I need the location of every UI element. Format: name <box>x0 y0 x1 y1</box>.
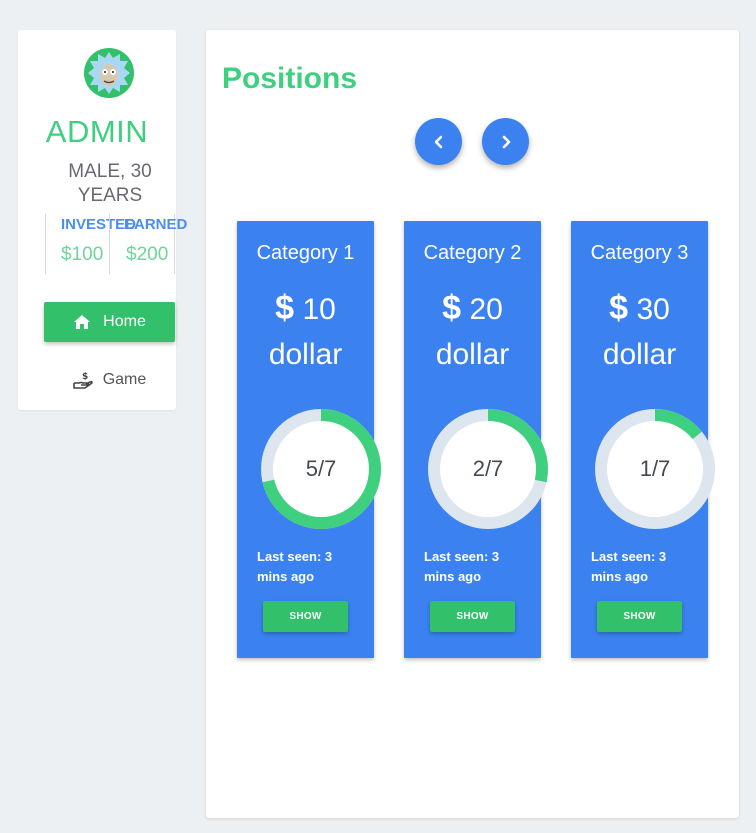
card-title: Category 2 <box>423 242 522 264</box>
nav-home-button[interactable]: Home <box>44 302 175 342</box>
card-unit: dollar <box>602 338 677 371</box>
next-button[interactable] <box>482 118 529 165</box>
chevron-right-icon <box>502 135 510 148</box>
card-price: $ 20 <box>404 289 541 329</box>
card-title: Category 3 <box>590 242 689 264</box>
page-title: Positions <box>222 62 358 95</box>
hand-money-icon: $ <box>72 372 93 389</box>
card-unit: dollar <box>435 338 510 371</box>
last-seen: Last seen: 3 mins ago <box>257 549 333 584</box>
stat-label: EARNED <box>124 216 188 233</box>
stat-value: $100 <box>61 244 104 265</box>
card-price: $ 30 <box>571 289 708 329</box>
card-unit: dollar <box>268 338 343 371</box>
user-info: MALE, 30 YEARS <box>68 161 152 206</box>
last-seen: Last seen: 3 mins ago <box>591 549 667 584</box>
card-amount: 20 <box>469 293 503 326</box>
prev-button[interactable] <box>415 118 462 165</box>
card-amount: 10 <box>302 293 336 326</box>
user-name: ADMIN <box>45 114 149 149</box>
avatar-image <box>84 48 134 98</box>
card-title: Category 1 <box>256 242 355 264</box>
progress-text: 5/7 <box>305 456 337 481</box>
nav-home-label: Home <box>103 313 146 330</box>
position-card: Category 2 $ 20 dollar 2/7 Last seen: 3 … <box>404 221 549 658</box>
card-price: $ 10 <box>237 289 374 329</box>
dollar-icon: $ <box>609 289 629 327</box>
show-button[interactable]: SHOW <box>430 601 515 632</box>
progress-text: 1/7 <box>639 456 671 481</box>
user-stats: INVESTED $100 EARNED $200 <box>45 214 187 274</box>
show-button[interactable]: SHOW <box>263 601 348 632</box>
home-icon <box>74 315 91 329</box>
progress-ring: 1/7 <box>594 408 716 530</box>
show-button[interactable]: SHOW <box>597 601 682 632</box>
progress-ring: 2/7 <box>427 408 549 530</box>
avatar <box>84 48 134 98</box>
last-seen: Last seen: 3 mins ago <box>424 549 500 584</box>
position-card: Category 3 $ 30 dollar 1/7 Last seen: 3 … <box>571 221 715 658</box>
chevron-left-icon <box>434 135 442 148</box>
dollar-icon: $ <box>442 289 462 327</box>
dollar-icon: $ <box>275 289 295 327</box>
nav-game-link[interactable]: $ Game <box>44 366 175 394</box>
progress-ring: 5/7 <box>260 408 382 530</box>
stat-value: $200 <box>126 244 169 265</box>
svg-text:$: $ <box>82 372 88 382</box>
stat-earned: EARNED $200 <box>109 214 187 274</box>
progress-text: 2/7 <box>472 456 504 481</box>
nav-game-label: Game <box>102 371 147 388</box>
position-card: Category 1 $ 10 dollar 5/7 Last seen: 3 … <box>237 221 381 658</box>
card-amount: 30 <box>636 293 670 326</box>
stat-invested: INVESTED $100 <box>45 214 136 274</box>
